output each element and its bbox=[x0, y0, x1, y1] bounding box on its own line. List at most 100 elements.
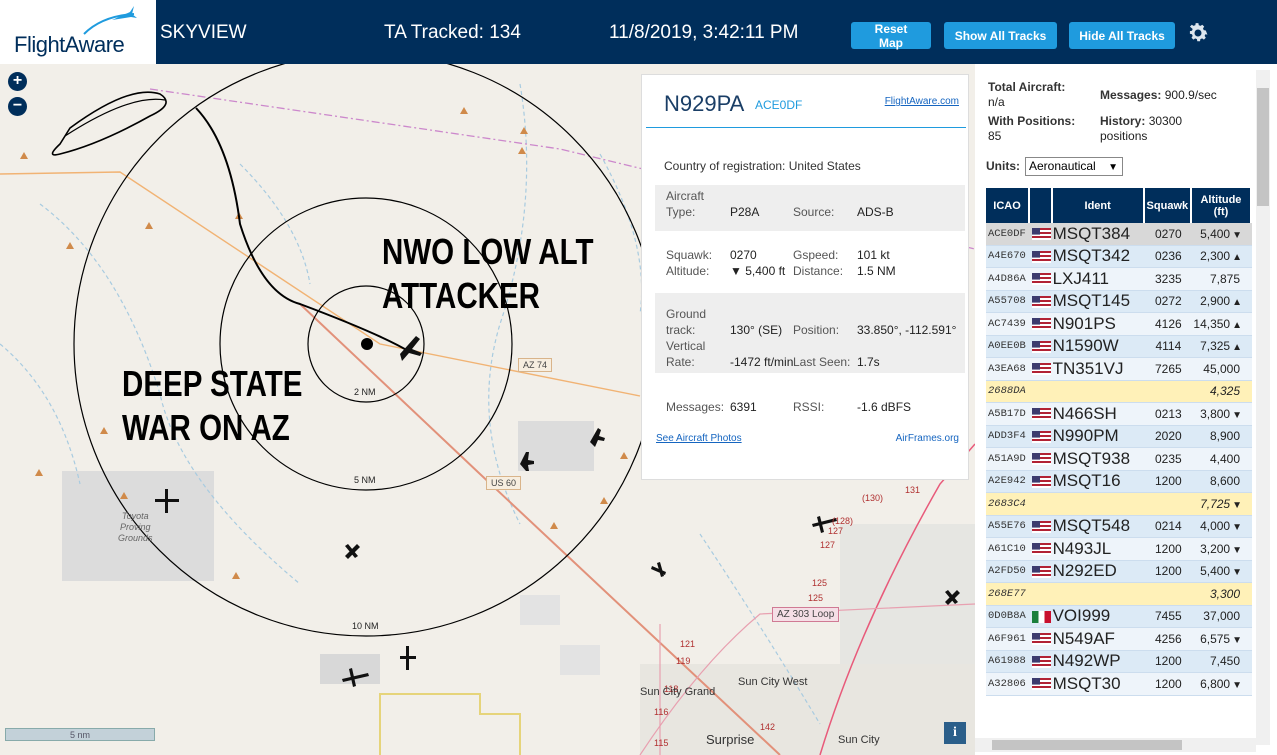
route-marker: 115 bbox=[654, 738, 668, 748]
squawk-cell: 4114 bbox=[1144, 335, 1192, 358]
zoom-out-button[interactable]: − bbox=[8, 97, 27, 116]
ident-cell bbox=[1052, 493, 1145, 516]
ident-cell: MSQT938 bbox=[1052, 448, 1145, 471]
table-row[interactable]: ADD3F4 N990PM 2020 8,900 bbox=[986, 425, 1252, 448]
us-flag-icon bbox=[1032, 295, 1052, 308]
show-all-tracks-button[interactable]: Show All Tracks bbox=[944, 22, 1057, 49]
route-marker: 142 bbox=[760, 722, 775, 732]
route-marker: (130) bbox=[862, 493, 883, 503]
vertical-scrollbar-thumb[interactable] bbox=[1257, 88, 1269, 206]
us-flag-icon bbox=[1032, 520, 1052, 533]
ident-cell: N292ED bbox=[1052, 560, 1145, 583]
position-value: 33.850°, -112.591° bbox=[857, 323, 957, 337]
table-row[interactable]: A55E76 MSQT548 0214 4,000 ▼ bbox=[986, 515, 1252, 538]
table-row[interactable]: 2683C4 7,725 ▼ bbox=[986, 493, 1252, 516]
table-row[interactable]: AC7439 N901PS 4126 14,350 ▲ bbox=[986, 313, 1252, 336]
table-row[interactable]: A61C10 N493JL 1200 3,200 ▼ bbox=[986, 538, 1252, 561]
vertical-rate-label: Vertical Rate: bbox=[666, 339, 706, 369]
table-row[interactable]: A2FD50 N292ED 1200 5,400 ▼ bbox=[986, 560, 1252, 583]
column-squawk[interactable]: Squawk bbox=[1144, 188, 1192, 223]
altitude-value: 7,450 bbox=[1209, 654, 1240, 669]
gear-icon[interactable] bbox=[1186, 21, 1210, 45]
altitude-cell: 3,800 ▼ bbox=[1191, 403, 1252, 426]
icao-cell: AC7439 bbox=[986, 313, 1031, 336]
altitude-cell: 7,725 ▼ bbox=[1191, 493, 1252, 516]
flag-cell bbox=[1030, 673, 1053, 696]
column-flag[interactable] bbox=[1030, 188, 1053, 223]
table-row[interactable]: A2E942 MSQT16 1200 8,600 bbox=[986, 470, 1252, 493]
distance-value: 1.5 NM bbox=[857, 264, 896, 278]
table-row[interactable]: A0EE0B N1590W 4114 7,325 ▲ bbox=[986, 335, 1252, 358]
logo-text: FlightAware bbox=[14, 32, 125, 57]
table-row[interactable]: A55708 MSQT145 0272 2,900 ▲ bbox=[986, 290, 1252, 313]
ident-cell: N492WP bbox=[1052, 650, 1145, 673]
flightaware-link[interactable]: FlightAware.com bbox=[885, 96, 959, 107]
icao-cell: A32806 bbox=[986, 673, 1031, 696]
ident-cell: MSQT548 bbox=[1052, 515, 1145, 538]
info-icon[interactable]: i bbox=[944, 722, 966, 744]
table-row[interactable]: A61988 N492WP 1200 7,450 bbox=[986, 650, 1252, 673]
units-select[interactable]: Aeronautical ▼ bbox=[1025, 157, 1123, 176]
icao-cell: A55E76 bbox=[986, 515, 1031, 538]
altitude-label: Altitude: bbox=[666, 264, 710, 278]
column-altitude[interactable]: Altitude (ft) bbox=[1191, 188, 1252, 223]
table-row[interactable]: A3EA68 TN351VJ 7265 45,000 bbox=[986, 358, 1252, 381]
us-flag-icon bbox=[1032, 318, 1052, 331]
table-row[interactable]: A6F961 N549AF 4256 6,575 ▼ bbox=[986, 628, 1252, 651]
range-label-5nm: 5 NM bbox=[354, 475, 376, 485]
icao-cell: A61988 bbox=[986, 650, 1031, 673]
altitude-value: 8,900 bbox=[1209, 429, 1240, 444]
table-row[interactable]: 0D0B8A VOI999 7455 37,000 bbox=[986, 605, 1252, 628]
flightaware-logo[interactable]: FlightAware bbox=[0, 0, 156, 64]
squawk-cell: 1200 bbox=[1144, 650, 1192, 673]
altitude-cell: 4,325 bbox=[1191, 380, 1252, 403]
scale-bar: 5 nm bbox=[5, 728, 155, 741]
ident-cell: N1590W bbox=[1052, 335, 1145, 358]
skyview-app: FlightAware SKYVIEW TA Tracked: 134 11/8… bbox=[0, 0, 1277, 755]
table-row[interactable]: 268E77 3,300 bbox=[986, 583, 1252, 606]
ident-cell: N549AF bbox=[1052, 628, 1145, 651]
altitude-cell: 7,450 bbox=[1191, 650, 1252, 673]
road-label-us60: US 60 bbox=[486, 476, 522, 490]
column-icao[interactable]: ICAO bbox=[986, 188, 1031, 223]
vertical-trend-icon: ▼ bbox=[1232, 679, 1242, 691]
ident-cell: MSQT16 bbox=[1052, 470, 1145, 493]
table-row[interactable]: A4E670 MSQT342 0236 2,300 ▲ bbox=[986, 245, 1252, 268]
flag-cell bbox=[1030, 358, 1053, 381]
table-row[interactable]: A51A9D MSQT938 0235 4,400 bbox=[986, 448, 1252, 471]
route-marker: (128) bbox=[832, 516, 853, 526]
table-row[interactable]: A32806 MSQT30 1200 6,800 ▼ bbox=[986, 673, 1252, 696]
source-label: Source: bbox=[793, 205, 835, 219]
vertical-trend-icon: ▼ bbox=[1232, 499, 1242, 511]
overlay-caption-top: NWO LOW ALT ATTACKER bbox=[382, 231, 594, 316]
altitude-value: 7,325 bbox=[1200, 339, 1231, 354]
squawk-cell: 4126 bbox=[1144, 313, 1192, 336]
ident-cell: MSQT145 bbox=[1052, 290, 1145, 313]
flag-cell bbox=[1030, 313, 1053, 336]
reset-map-button[interactable]: Reset Map bbox=[851, 22, 931, 50]
altitude-cell: 5,400 ▼ bbox=[1191, 223, 1252, 246]
chevron-down-icon: ▼ bbox=[1108, 162, 1118, 173]
table-row[interactable]: ACE0DF MSQT384 0270 5,400 ▼ bbox=[986, 223, 1252, 246]
squawk-cell: 0272 bbox=[1144, 290, 1192, 313]
popup-section-signal: Messages: 6391 RSSI: -1.6 dBFS bbox=[655, 397, 965, 417]
table-row[interactable]: 2688DA 4,325 bbox=[986, 380, 1252, 403]
us-flag-icon bbox=[1032, 408, 1052, 421]
altitude-cell: 37,000 bbox=[1191, 605, 1252, 628]
aircraft-photos-link[interactable]: See Aircraft Photos bbox=[656, 433, 742, 444]
us-flag-icon bbox=[1032, 633, 1052, 646]
vertical-trend-icon: ▼ bbox=[1232, 544, 1242, 556]
flag-cell bbox=[1030, 583, 1053, 606]
altitude-value: 37,000 bbox=[1203, 609, 1240, 624]
table-row[interactable]: A4D86A LXJ411 3235 7,875 bbox=[986, 268, 1252, 291]
altitude-value: 2,900 bbox=[1200, 294, 1231, 309]
table-row[interactable]: A5B17D N466SH 0213 3,800 ▼ bbox=[986, 403, 1252, 426]
zoom-in-button[interactable]: + bbox=[8, 72, 27, 91]
horizontal-scrollbar-thumb[interactable] bbox=[992, 740, 1182, 750]
column-ident[interactable]: Ident bbox=[1052, 188, 1145, 223]
altitude-value: 7,875 bbox=[1209, 271, 1240, 286]
route-marker: 125 bbox=[812, 578, 827, 588]
hide-all-tracks-button[interactable]: Hide All Tracks bbox=[1069, 22, 1175, 49]
country-value: United States bbox=[788, 159, 861, 173]
airframes-link[interactable]: AirFrames.org bbox=[896, 433, 959, 444]
